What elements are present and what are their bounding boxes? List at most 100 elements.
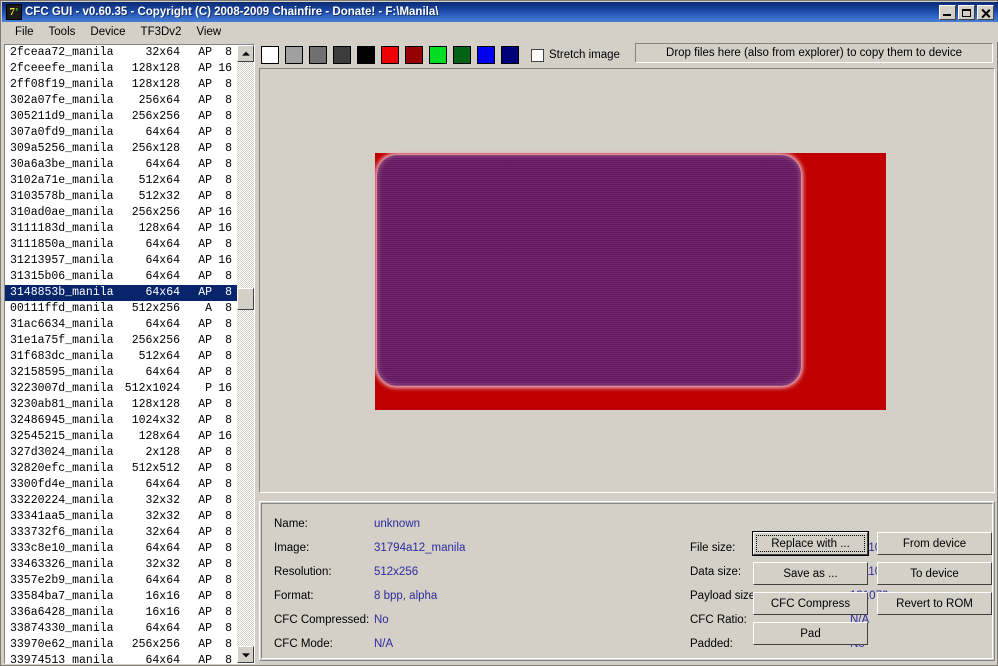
- swatch-color-icon: [309, 46, 327, 64]
- file-item-name: 327d3024_manila: [10, 446, 114, 459]
- file-list-item[interactable]: 32820efc_manila 512x512 AP 8: [5, 461, 237, 477]
- stretch-image-checkbox[interactable]: Stretch image: [531, 48, 620, 62]
- menu-item-tf3dv2[interactable]: TF3Dv2: [134, 24, 189, 40]
- file-item-name: 3111183d_manila: [10, 222, 114, 235]
- file-list-item[interactable]: 30a6a3be_manila 64x64 AP 8: [5, 157, 237, 173]
- menu-item-device[interactable]: Device: [83, 24, 132, 40]
- file-list-item[interactable]: 2fceeefe_manila 128x128 AP 16: [5, 61, 237, 77]
- file-list-item[interactable]: 33341aa5_manila 32x32 AP 8: [5, 509, 237, 525]
- file-list-item[interactable]: 3357e2b9_manila 64x64 AP 8: [5, 573, 237, 589]
- file-list-item[interactable]: 3103578b_manila 512x32 AP 8: [5, 189, 237, 205]
- maximize-button[interactable]: [958, 4, 975, 20]
- file-list-item[interactable]: 33974513_manila 64x64 AP 8: [5, 653, 237, 663]
- color-swatch-black[interactable]: [355, 44, 377, 66]
- file-item-type: AP: [198, 430, 212, 443]
- file-item-resolution: 1024x32: [131, 414, 180, 427]
- file-item-bpp: 8: [225, 142, 232, 155]
- file-list-item[interactable]: 327d3024_manila 2x128 AP 8: [5, 445, 237, 461]
- file-list-item[interactable]: 3148853b_manila 64x64 AP 8: [5, 285, 237, 301]
- checkbox-box-icon[interactable]: [531, 48, 544, 62]
- file-list-item[interactable]: 31f683dc_manila 512x64 AP 8: [5, 349, 237, 365]
- file-item-bpp: 8: [225, 318, 232, 331]
- file-list-item[interactable]: 31315b06_manila 64x64 AP 8: [5, 269, 237, 285]
- file-list-item[interactable]: 33584ba7_manila 16x16 AP 8: [5, 589, 237, 605]
- file-list-item[interactable]: 31e1a75f_manila 256x256 AP 8: [5, 333, 237, 349]
- close-button[interactable]: [977, 4, 994, 20]
- file-list-rows[interactable]: 2fceaa72_manila 32x64 AP 8 2fceeefe_manila 12…: [5, 45, 237, 663]
- file-list-item[interactable]: 3102a71e_manila 512x64 AP 8: [5, 173, 237, 189]
- color-swatch-light-gray[interactable]: [283, 44, 305, 66]
- file-list-item[interactable]: 333732f6_manila 32x64 AP 8: [5, 525, 237, 541]
- file-item-resolution: 64x64: [145, 574, 180, 587]
- minimize-button[interactable]: [939, 4, 956, 20]
- file-list-item[interactable]: 32486945_manila 1024x32 AP 8: [5, 413, 237, 429]
- file-list[interactable]: 2fceaa72_manila 32x64 AP 8 2fceeefe_manila 12…: [3, 43, 256, 665]
- scroll-down-arrow-icon[interactable]: [237, 646, 254, 663]
- menu-item-file[interactable]: File: [8, 24, 41, 40]
- file-item-resolution: 64x64: [145, 126, 180, 139]
- scroll-up-arrow-icon[interactable]: [237, 45, 254, 62]
- pad-button[interactable]: Pad: [753, 622, 868, 645]
- file-item-resolution: 512x512: [131, 462, 180, 475]
- file-list-item[interactable]: 307a0fd9_manila 64x64 AP 8: [5, 125, 237, 141]
- swatch-color-icon: [381, 46, 399, 64]
- file-list-scrollbar[interactable]: [237, 45, 254, 663]
- file-item-type: AP: [198, 78, 212, 91]
- file-list-item[interactable]: 2fceaa72_manila 32x64 AP 8: [5, 45, 237, 61]
- file-list-item[interactable]: 3111850a_manila 64x64 AP 8: [5, 237, 237, 253]
- file-item-type: AP: [198, 238, 212, 251]
- color-swatch-navy[interactable]: [499, 44, 521, 66]
- save-as-button[interactable]: Save as ...: [753, 562, 868, 585]
- file-list-item[interactable]: 32545215_manila 128x64 AP 16: [5, 429, 237, 445]
- file-item-name: 336a6428_manila: [10, 606, 114, 619]
- save-as-label: Save as ...: [783, 567, 838, 580]
- color-swatch-dark-gray[interactable]: [331, 44, 353, 66]
- menu-item-view[interactable]: View: [189, 24, 228, 40]
- color-swatch-mid-gray[interactable]: [307, 44, 329, 66]
- file-list-item[interactable]: 00111ffd_manila 512x256 A 8: [5, 301, 237, 317]
- file-list-item[interactable]: 3230ab81_manila 128x128 AP 8: [5, 397, 237, 413]
- file-item-name: 33341aa5_manila: [10, 510, 114, 523]
- file-list-item[interactable]: 336a6428_manila 16x16 AP 8: [5, 605, 237, 621]
- image-preview-panel[interactable]: [259, 68, 995, 493]
- info-label: CFC Ratio:: [690, 614, 747, 626]
- color-swatch-green[interactable]: [427, 44, 449, 66]
- color-swatch-white[interactable]: [259, 44, 281, 66]
- file-list-item[interactable]: 32158595_manila 64x64 AP 8: [5, 365, 237, 381]
- to-device-button[interactable]: To device: [877, 562, 992, 585]
- file-list-item[interactable]: 333c8e10_manila 64x64 AP 8: [5, 541, 237, 557]
- file-list-item[interactable]: 302a07fe_manila 256x64 AP 8: [5, 93, 237, 109]
- file-list-item[interactable]: 309a5256_manila 256x128 AP 8: [5, 141, 237, 157]
- file-list-item[interactable]: 2ff08f19_manila 128x128 AP 8: [5, 77, 237, 93]
- color-swatch-dark-green[interactable]: [451, 44, 473, 66]
- color-swatch-red[interactable]: [379, 44, 401, 66]
- revert-to-rom-button[interactable]: Revert to ROM: [877, 592, 992, 615]
- file-item-bpp: 8: [225, 462, 232, 475]
- file-list-item[interactable]: 3223007d_manila 512x1024 P 16: [5, 381, 237, 397]
- file-list-item[interactable]: 3300fd4e_manila 64x64 AP 8: [5, 477, 237, 493]
- scrollbar-thumb[interactable]: [237, 288, 254, 310]
- file-list-item[interactable]: 31ac6634_manila 64x64 AP 8: [5, 317, 237, 333]
- menu-item-tools[interactable]: Tools: [42, 24, 83, 40]
- file-list-item[interactable]: 33970e62_manila 256x256 AP 8: [5, 637, 237, 653]
- color-swatch-blue[interactable]: [475, 44, 497, 66]
- color-swatch-dark-red[interactable]: [403, 44, 425, 66]
- file-list-item[interactable]: 310ad0ae_manila 256x256 AP 16: [5, 205, 237, 221]
- file-list-item[interactable]: 305211d9_manila 256x256 AP 8: [5, 109, 237, 125]
- drop-zone[interactable]: Drop files here (also from explorer) to …: [635, 43, 993, 63]
- file-item-resolution: 512x32: [138, 190, 180, 203]
- file-item-resolution: 256x128: [131, 142, 180, 155]
- from-device-button[interactable]: From device: [877, 532, 992, 555]
- file-item-type: AP: [198, 622, 212, 635]
- file-list-item[interactable]: 33220224_manila 32x32 AP 8: [5, 493, 237, 509]
- file-item-resolution: 64x64: [145, 542, 180, 555]
- file-list-item[interactable]: 33874330_manila 64x64 AP 8: [5, 621, 237, 637]
- file-list-item[interactable]: 3111183d_manila 128x64 AP 16: [5, 221, 237, 237]
- file-item-name: 3223007d_manila: [10, 382, 114, 395]
- cfc-compress-button[interactable]: CFC Compress: [753, 592, 868, 615]
- revert-to-rom-label: Revert to ROM: [896, 597, 973, 610]
- replace-with-button[interactable]: Replace with ...: [752, 531, 869, 556]
- file-list-item[interactable]: 33463326_manila 32x32 AP 8: [5, 557, 237, 573]
- file-item-name: 00111ffd_manila: [10, 302, 114, 315]
- file-list-item[interactable]: 31213957_manila 64x64 AP 16: [5, 253, 237, 269]
